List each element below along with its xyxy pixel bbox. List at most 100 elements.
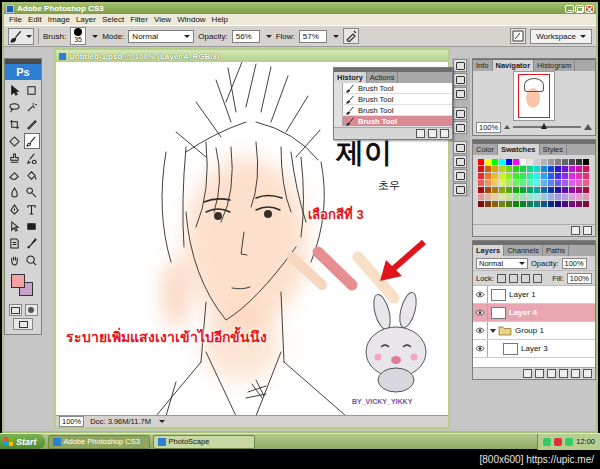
swatch[interactable]: [534, 187, 540, 193]
swatch[interactable]: [499, 159, 505, 165]
tool-button[interactable]: [7, 167, 23, 183]
panel-tab[interactable]: Navigator: [493, 60, 535, 71]
swatch[interactable]: [541, 187, 547, 193]
fill-field[interactable]: 100%: [567, 273, 592, 284]
navigator-thumbnail[interactable]: [513, 71, 555, 121]
swatch[interactable]: [499, 187, 505, 193]
tool-button[interactable]: [7, 82, 23, 98]
swatch[interactable]: [555, 194, 561, 200]
swatch[interactable]: [492, 166, 498, 172]
zoom-field[interactable]: 100%: [59, 416, 84, 427]
layer-action-icon[interactable]: [559, 369, 568, 378]
swatch[interactable]: [583, 194, 589, 200]
swatch[interactable]: [478, 166, 484, 172]
swatch[interactable]: [569, 187, 575, 193]
swatch[interactable]: [555, 201, 561, 207]
dock-button[interactable]: [453, 73, 467, 86]
taskbar-button[interactable]: Adobe Photoshop CS3: [48, 435, 150, 449]
swatch[interactable]: [506, 187, 512, 193]
swatch[interactable]: [513, 159, 519, 165]
panel-tab[interactable]: Swatches: [498, 144, 540, 155]
swatch[interactable]: [485, 201, 491, 207]
mode-select[interactable]: Normal: [128, 30, 194, 43]
layer-action-icon[interactable]: [535, 369, 544, 378]
tool-button[interactable]: [24, 184, 40, 200]
menu-item[interactable]: Layer: [73, 14, 99, 25]
new-swatch-icon[interactable]: [571, 226, 580, 235]
dock-button[interactable]: [453, 141, 467, 154]
swatch[interactable]: [478, 173, 484, 179]
visibility-toggle[interactable]: [473, 304, 488, 321]
close-button[interactable]: [585, 5, 594, 13]
swatch[interactable]: [541, 201, 547, 207]
swatch[interactable]: [569, 194, 575, 200]
taskbar-button[interactable]: PhotoScape: [153, 435, 255, 449]
trash-icon[interactable]: [583, 226, 592, 235]
navigator-zoom[interactable]: 100%: [476, 122, 501, 133]
panel-tab[interactable]: Styles: [540, 144, 567, 155]
swatch[interactable]: [576, 180, 582, 186]
layer-row[interactable]: Layer 3: [473, 340, 595, 358]
swatch[interactable]: [492, 194, 498, 200]
menu-item[interactable]: Select: [99, 14, 127, 25]
dock-button[interactable]: [453, 121, 467, 134]
swatch[interactable]: [478, 201, 484, 207]
standard-mode-button[interactable]: [9, 304, 22, 316]
swatch[interactable]: [485, 166, 491, 172]
swatch[interactable]: [499, 166, 505, 172]
swatch[interactable]: [499, 173, 505, 179]
layer-action-icon[interactable]: [523, 369, 532, 378]
tool-button[interactable]: [24, 235, 40, 251]
menu-item[interactable]: Image: [45, 14, 73, 25]
swatch[interactable]: [534, 159, 540, 165]
swatch[interactable]: [569, 159, 575, 165]
swatch[interactable]: [478, 187, 484, 193]
swatch[interactable]: [478, 159, 484, 165]
swatch[interactable]: [492, 159, 498, 165]
panel-tab[interactable]: Info: [473, 60, 493, 71]
swatch[interactable]: [562, 173, 568, 179]
menu-item[interactable]: Filter: [127, 14, 151, 25]
swatch[interactable]: [541, 159, 547, 165]
swatch[interactable]: [562, 194, 568, 200]
swatch[interactable]: [520, 180, 526, 186]
swatch[interactable]: [562, 187, 568, 193]
panel-tab[interactable]: Histogram: [534, 60, 575, 71]
swatch[interactable]: [576, 159, 582, 165]
tray-icon[interactable]: [543, 438, 551, 446]
history-item[interactable]: Brush Tool: [334, 83, 452, 94]
swatch[interactable]: [569, 173, 575, 179]
swatch[interactable]: [527, 173, 533, 179]
panel-tab[interactable]: History: [334, 72, 367, 83]
tool-button[interactable]: [7, 133, 23, 149]
swatch[interactable]: [555, 180, 561, 186]
swatch[interactable]: [555, 187, 561, 193]
opacity-field[interactable]: 56%: [232, 30, 260, 43]
history-item[interactable]: Brush Tool: [334, 94, 452, 105]
swatch[interactable]: [520, 194, 526, 200]
panel-tab[interactable]: Layers: [473, 245, 504, 256]
panel-tab[interactable]: Actions: [367, 72, 399, 83]
swatch[interactable]: [527, 194, 533, 200]
layer-action-icon[interactable]: [583, 369, 592, 378]
zoom-in-icon[interactable]: [584, 124, 592, 130]
foreground-color[interactable]: [11, 274, 25, 288]
menu-item[interactable]: Window: [174, 14, 208, 25]
swatch[interactable]: [520, 159, 526, 165]
swatch[interactable]: [485, 187, 491, 193]
swatch[interactable]: [534, 201, 540, 207]
tool-button[interactable]: [7, 184, 23, 200]
tool-button[interactable]: [7, 252, 23, 268]
swatch[interactable]: [485, 159, 491, 165]
tool-preset-picker[interactable]: [8, 28, 34, 45]
tool-button[interactable]: [24, 252, 40, 268]
swatch[interactable]: [513, 194, 519, 200]
dock-button[interactable]: [453, 107, 467, 120]
swatch[interactable]: [527, 180, 533, 186]
swatch[interactable]: [562, 159, 568, 165]
swatch[interactable]: [492, 180, 498, 186]
view-box[interactable]: [518, 74, 550, 118]
tool-button[interactable]: [24, 133, 40, 149]
tool-button[interactable]: [24, 201, 40, 217]
swatch[interactable]: [492, 187, 498, 193]
